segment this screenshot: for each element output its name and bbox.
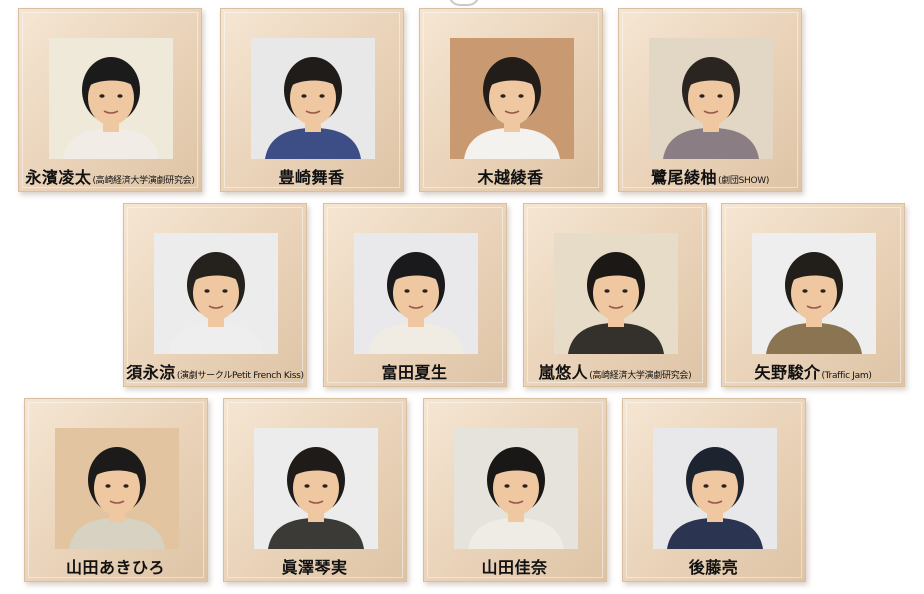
caption: 後藤亮 — [623, 554, 805, 578]
caption: 矢野駿介(Traffic Jam) — [722, 359, 904, 383]
portrait-eye — [105, 484, 111, 488]
top-ornament — [448, 0, 480, 6]
portrait-frame[interactable]: 木越綾香 — [419, 8, 603, 192]
cast-affiliation: (高崎経済大学演劇研究会) — [589, 371, 692, 381]
cast-name: 須永涼 — [126, 363, 176, 382]
portrait-eye — [500, 94, 506, 98]
caption: 山田あきひろ — [25, 554, 207, 578]
portrait-illustration — [154, 233, 278, 354]
portrait-illustration — [554, 233, 678, 354]
portrait-illustration — [653, 428, 777, 549]
portrait-illustration — [251, 38, 375, 159]
portrait-illustration — [55, 428, 179, 549]
cast-name: 後藤亮 — [688, 558, 739, 577]
portrait-eye — [319, 94, 325, 98]
portrait-frame[interactable]: 山田あきひろ — [24, 398, 208, 582]
portrait-eye — [820, 289, 826, 293]
portrait-frame[interactable]: 豊崎舞香 — [220, 8, 404, 192]
cast-name: 嵐悠人 — [538, 363, 589, 382]
portrait-photo — [450, 38, 574, 159]
portrait-photo — [154, 233, 278, 354]
portrait-photo — [653, 428, 777, 549]
cast-name: 山田佳奈 — [481, 558, 548, 577]
portrait-eye — [622, 289, 628, 293]
caption: 豊崎舞香 — [221, 164, 403, 188]
cast-affiliation: (高崎経済大学演劇研究会) — [92, 176, 195, 186]
portrait-illustration — [454, 428, 578, 549]
portrait-eye — [404, 289, 410, 293]
portrait-frame[interactable]: 永濱凌太(高崎経済大学演劇研究会) — [18, 8, 202, 192]
cast-affiliation: (Traffic Jam) — [821, 371, 872, 381]
portrait-eye — [422, 289, 428, 293]
cast-affiliation: (演劇サークルPetit French Kiss) — [176, 371, 304, 381]
portrait-eye — [117, 94, 123, 98]
portrait-eye — [522, 484, 528, 488]
portrait-frame[interactable]: 山田佳奈 — [423, 398, 607, 582]
portrait-photo — [354, 233, 478, 354]
portrait-photo — [254, 428, 378, 549]
portrait-eye — [717, 94, 723, 98]
portrait-frame[interactable]: 鷺尾綾柚(劇団SHOW) — [618, 8, 802, 192]
cast-name: 鷺尾綾柚 — [650, 168, 717, 187]
portrait-eye — [518, 94, 524, 98]
portrait-illustration — [354, 233, 478, 354]
cast-name: 眞澤琴実 — [281, 558, 348, 577]
portrait-frame[interactable]: 富田夏生 — [323, 203, 507, 387]
portrait-eye — [222, 289, 228, 293]
cast-name: 矢野駿介 — [754, 363, 821, 382]
portrait-illustration — [649, 38, 773, 159]
portrait-eye — [504, 484, 510, 488]
portrait-illustration — [49, 38, 173, 159]
portrait-eye — [204, 289, 210, 293]
portrait-eye — [301, 94, 307, 98]
portrait-illustration — [752, 233, 876, 354]
caption: 木越綾香 — [420, 164, 602, 188]
caption: 嵐悠人(高崎経済大学演劇研究会) — [524, 359, 706, 383]
caption: 鷺尾綾柚(劇団SHOW) — [619, 164, 801, 188]
portrait-eye — [802, 289, 808, 293]
portrait-eye — [703, 484, 709, 488]
portrait-frame[interactable]: 嵐悠人(高崎経済大学演劇研究会) — [523, 203, 707, 387]
portrait-photo — [55, 428, 179, 549]
cast-name: 豊崎舞香 — [278, 168, 345, 187]
portrait-frame[interactable]: 後藤亮 — [622, 398, 806, 582]
portrait-eye — [721, 484, 727, 488]
portrait-photo — [649, 38, 773, 159]
portrait-photo — [251, 38, 375, 159]
portrait-eye — [699, 94, 705, 98]
cast-affiliation: (劇団SHOW) — [717, 176, 770, 186]
portrait-frame[interactable]: 須永涼(演劇サークルPetit French Kiss) — [123, 203, 307, 387]
portrait-illustration — [450, 38, 574, 159]
caption: 眞澤琴実 — [224, 554, 406, 578]
portrait-photo — [752, 233, 876, 354]
portrait-frame[interactable]: 眞澤琴実 — [223, 398, 407, 582]
caption: 須永涼(演劇サークルPetit French Kiss) — [124, 359, 306, 383]
portrait-eye — [322, 484, 328, 488]
portrait-illustration — [254, 428, 378, 549]
cast-name: 富田夏生 — [381, 363, 448, 382]
portrait-photo — [554, 233, 678, 354]
cast-name: 木越綾香 — [477, 168, 544, 187]
portrait-eye — [99, 94, 105, 98]
caption: 富田夏生 — [324, 359, 506, 383]
caption: 山田佳奈 — [424, 554, 606, 578]
cast-name: 山田あきひろ — [65, 558, 165, 577]
portrait-eye — [123, 484, 129, 488]
cast-name: 永濱凌太 — [25, 168, 92, 187]
portrait-photo — [454, 428, 578, 549]
portrait-eye — [304, 484, 310, 488]
portrait-eye — [604, 289, 610, 293]
caption: 永濱凌太(高崎経済大学演劇研究会) — [19, 164, 201, 188]
portrait-frame[interactable]: 矢野駿介(Traffic Jam) — [721, 203, 905, 387]
portrait-photo — [49, 38, 173, 159]
